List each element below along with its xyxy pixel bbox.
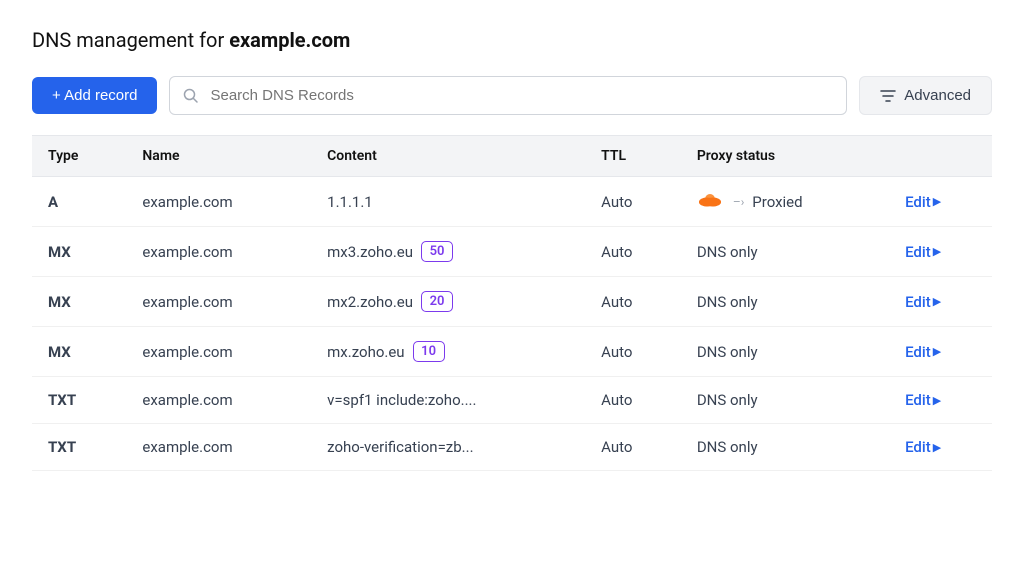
proxy-status-label: Proxied <box>752 193 802 211</box>
edit-label: Edit <box>905 391 931 409</box>
table-header-row: Type Name Content TTL Proxy status <box>32 136 992 177</box>
cell-edit: Edit▶ <box>889 424 992 471</box>
cell-edit: Edit▶ <box>889 277 992 327</box>
cell-ttl: Auto <box>585 177 681 227</box>
cell-name: example.com <box>126 327 311 377</box>
proxy-status-label: DNS only <box>697 438 758 456</box>
cell-type: A <box>32 177 126 227</box>
edit-arrow-icon: ▶ <box>933 441 941 454</box>
dns-table: Type Name Content TTL Proxy status Aexam… <box>32 135 992 471</box>
col-type: Type <box>32 136 126 177</box>
cell-edit: Edit▶ <box>889 177 992 227</box>
advanced-button[interactable]: Advanced <box>859 76 992 115</box>
advanced-label: Advanced <box>904 87 971 104</box>
proxy-status-label: DNS only <box>697 391 758 409</box>
edit-button[interactable]: Edit▶ <box>905 391 976 409</box>
edit-button[interactable]: Edit▶ <box>905 343 976 361</box>
cell-content: mx2.zoho.eu20 <box>311 277 585 327</box>
cell-proxy-status: DNS only <box>681 327 889 377</box>
col-content: Content <box>311 136 585 177</box>
proxy-status-label: DNS only <box>697 243 758 261</box>
cell-ttl: Auto <box>585 227 681 277</box>
proxy-status-label: DNS only <box>697 343 758 361</box>
cloud-proxy-icon <box>697 191 725 212</box>
table-row: MXexample.commx3.zoho.eu50Auto DNS only Ed… <box>32 227 992 277</box>
cell-content: zoho-verification=zb... <box>311 424 585 471</box>
edit-label: Edit <box>905 293 931 311</box>
proxy-arrow-icon: –› <box>733 195 744 209</box>
edit-button[interactable]: Edit▶ <box>905 193 976 211</box>
title-domain: example.com <box>229 28 350 52</box>
table-row: TXTexample.comzoho-verification=zb...Aut… <box>32 424 992 471</box>
cell-ttl: Auto <box>585 277 681 327</box>
search-input[interactable] <box>169 76 847 115</box>
search-wrapper <box>169 76 847 115</box>
edit-button[interactable]: Edit▶ <box>905 243 976 261</box>
toolbar: + Add record Advanced <box>32 76 992 115</box>
table-row: MXexample.commx.zoho.eu10Auto DNS only Edi… <box>32 327 992 377</box>
edit-label: Edit <box>905 343 931 361</box>
col-actions <box>889 136 992 177</box>
cell-proxy-status: DNS only <box>681 377 889 424</box>
edit-button[interactable]: Edit▶ <box>905 438 976 456</box>
table-row: TXTexample.comv=spf1 include:zoho....Aut… <box>32 377 992 424</box>
edit-button[interactable]: Edit▶ <box>905 293 976 311</box>
cell-edit: Edit▶ <box>889 327 992 377</box>
add-record-button[interactable]: + Add record <box>32 77 157 114</box>
cell-content: 1.1.1.1 <box>311 177 585 227</box>
col-name: Name <box>126 136 311 177</box>
cell-type: MX <box>32 327 126 377</box>
title-prefix: DNS management for <box>32 28 229 52</box>
cell-proxy-status: –› Proxied <box>681 177 889 227</box>
edit-label: Edit <box>905 243 931 261</box>
cell-content: mx3.zoho.eu50 <box>311 227 585 277</box>
proxy-status-label: DNS only <box>697 293 758 311</box>
cell-type: TXT <box>32 424 126 471</box>
cell-ttl: Auto <box>585 424 681 471</box>
edit-arrow-icon: ▶ <box>933 195 941 208</box>
col-proxy-status: Proxy status <box>681 136 889 177</box>
cell-type: MX <box>32 277 126 327</box>
priority-badge: 20 <box>421 291 453 312</box>
cell-name: example.com <box>126 177 311 227</box>
search-icon <box>183 88 199 104</box>
page-title: DNS management for example.com <box>32 28 992 52</box>
cell-content: v=spf1 include:zoho.... <box>311 377 585 424</box>
edit-label: Edit <box>905 438 931 456</box>
priority-badge: 10 <box>413 341 445 362</box>
edit-arrow-icon: ▶ <box>933 394 941 407</box>
col-ttl: TTL <box>585 136 681 177</box>
cell-type: MX <box>32 227 126 277</box>
cell-name: example.com <box>126 277 311 327</box>
cell-edit: Edit▶ <box>889 377 992 424</box>
cell-type: TXT <box>32 377 126 424</box>
cell-name: example.com <box>126 227 311 277</box>
edit-label: Edit <box>905 193 931 211</box>
cell-proxy-status: DNS only <box>681 424 889 471</box>
table-row: MXexample.commx2.zoho.eu20Auto DNS only Ed… <box>32 277 992 327</box>
cell-name: example.com <box>126 424 311 471</box>
cell-ttl: Auto <box>585 327 681 377</box>
filter-icon <box>880 89 896 103</box>
cell-proxy-status: DNS only <box>681 277 889 327</box>
cell-edit: Edit▶ <box>889 227 992 277</box>
edit-arrow-icon: ▶ <box>933 345 941 358</box>
cell-ttl: Auto <box>585 377 681 424</box>
edit-arrow-icon: ▶ <box>933 295 941 308</box>
cell-proxy-status: DNS only <box>681 227 889 277</box>
priority-badge: 50 <box>421 241 453 262</box>
table-row: Aexample.com1.1.1.1Auto –› Proxied Edit▶ <box>32 177 992 227</box>
cell-content: mx.zoho.eu10 <box>311 327 585 377</box>
cell-name: example.com <box>126 377 311 424</box>
edit-arrow-icon: ▶ <box>933 245 941 258</box>
